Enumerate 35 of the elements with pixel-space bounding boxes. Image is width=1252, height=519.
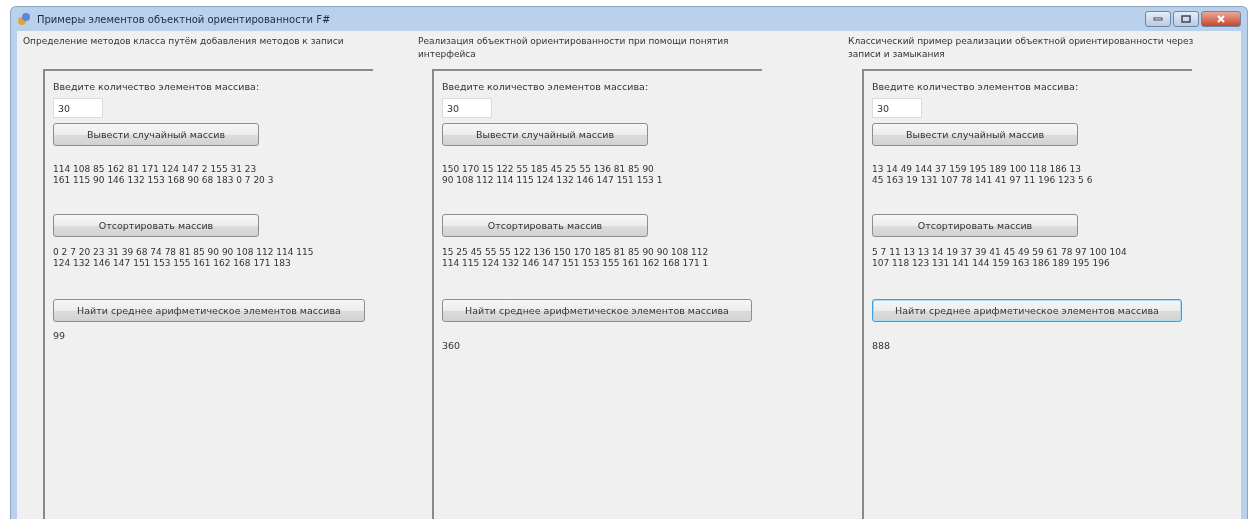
panel-heading: Реализация объектной ориентированности при помощи понятия интерфейса [418, 35, 730, 61]
average-button[interactable]: Найти среднее арифметическое элементов массива [442, 299, 752, 322]
count-prompt: Введите количество элементов массива: [442, 81, 649, 92]
sort-button[interactable]: Отсортировать массив [872, 214, 1078, 237]
average-text: 888 [872, 340, 891, 351]
panel-heading: Классический пример реализации объектной ориентированности через записи и замыкания [848, 35, 1195, 61]
sort-button[interactable]: Отсортировать массив [53, 214, 259, 237]
count-prompt: Введите количество элементов массива: [872, 81, 1079, 92]
average-text: 360 [442, 340, 461, 351]
sorted-array-text: 0 2 7 20 23 31 39 68 74 78 81 85 90 90 108 112 114 115 124 132 146 147 151 153 155 161 162 168 171 183 [53, 247, 314, 269]
close-button[interactable] [1201, 11, 1241, 27]
count-prompt: Введите количество элементов массива: [53, 81, 260, 92]
sorted-array-text: 15 25 45 55 55 122 136 150 170 185 81 85 90 90 108 112 114 115 124 132 146 147 151 153 155 161 162 168 171 1 [442, 247, 709, 269]
generate-button[interactable]: Вывести случайный массив [872, 123, 1078, 146]
minimize-icon [1153, 17, 1163, 21]
minimize-button[interactable] [1145, 11, 1171, 27]
count-field[interactable]: 30 [442, 98, 492, 118]
maximize-icon [1181, 15, 1191, 23]
count-field[interactable]: 30 [872, 98, 922, 118]
sorted-array-text: 5 7 11 13 13 14 19 37 39 41 45 49 59 61 78 97 100 104 107 118 123 131 141 144 159 163 186 189 195 196 [872, 247, 1127, 269]
window-title: Примеры элементов объектной ориентированности F# [37, 13, 331, 25]
random-array-text: 150 170 15 122 55 185 45 25 55 136 81 85 90 90 108 112 114 115 124 132 146 147 151 153 1 [442, 164, 663, 186]
sort-button[interactable]: Отсортировать массив [442, 214, 648, 237]
average-button[interactable]: Найти среднее арифметическое элементов массива [53, 299, 365, 322]
generate-button[interactable]: Вывести случайный массив [53, 123, 259, 146]
random-array-text: 114 108 85 162 81 171 124 147 2 155 31 23 161 115 90 146 132 153 168 90 68 183 0 7 20 3 [53, 164, 274, 186]
app-icon [17, 12, 31, 26]
maximize-button[interactable] [1173, 11, 1199, 27]
panel-heading: Определение методов класса путём добавления методов к записи [23, 35, 345, 48]
generate-button[interactable]: Вывести случайный массив [442, 123, 648, 146]
close-icon [1216, 15, 1226, 23]
average-text: 99 [53, 330, 66, 341]
average-button[interactable]: Найти среднее арифметическое элементов массива [872, 299, 1182, 322]
count-field[interactable]: 30 [53, 98, 103, 118]
random-array-text: 13 14 49 144 37 159 195 189 100 118 186 13 45 163 19 131 107 78 141 41 97 11 196 123 5 6 [872, 164, 1093, 186]
